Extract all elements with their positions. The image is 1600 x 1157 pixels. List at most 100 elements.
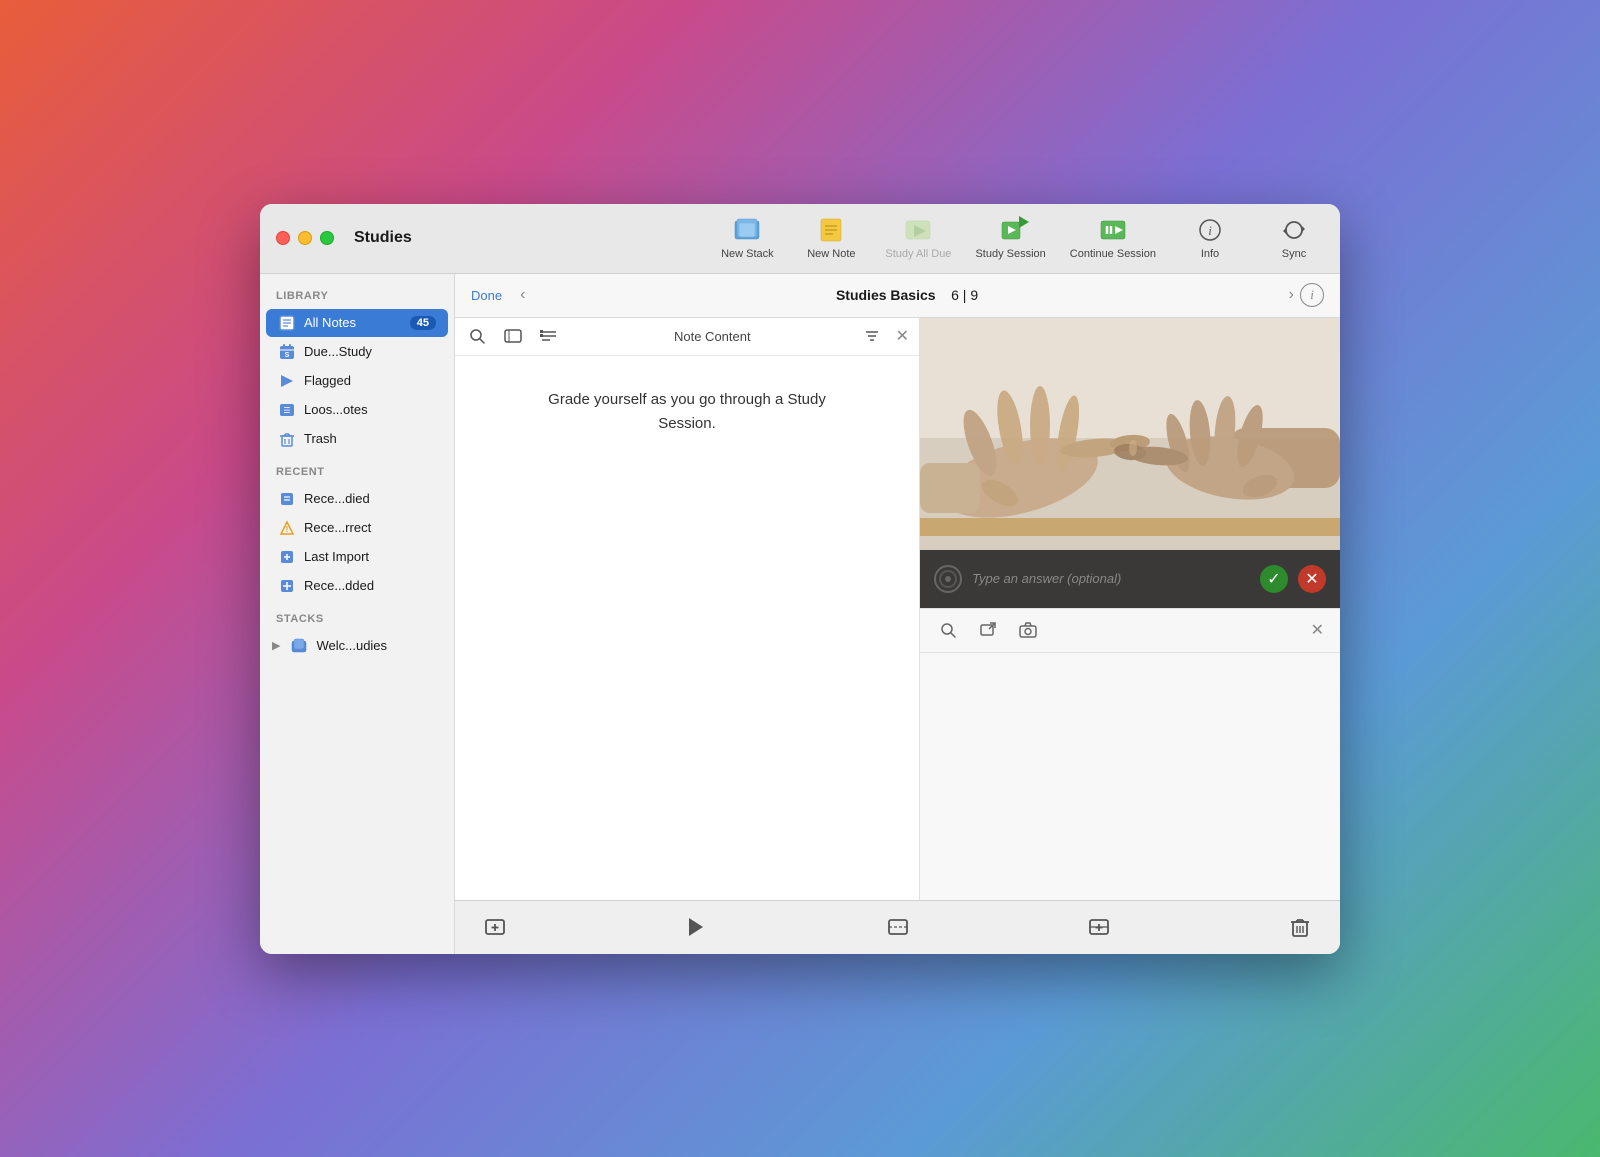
trash-icon: [278, 430, 296, 448]
svg-text:i: i: [1208, 223, 1212, 238]
svg-text:S: S: [285, 352, 290, 359]
sync-label: Sync: [1282, 248, 1306, 260]
note-text: Grade yourself as you go through a Study…: [527, 388, 847, 436]
search-note-icon[interactable]: [465, 324, 489, 348]
new-note-button[interactable]: New Note: [801, 216, 861, 260]
nav-info-button[interactable]: i: [1300, 283, 1324, 307]
note-close-button[interactable]: ✕: [896, 326, 909, 346]
all-notes-icon: [278, 314, 296, 332]
sidebar-item-recent-died[interactable]: Rece...died: [266, 485, 448, 513]
camera-answer-icon[interactable]: [1016, 618, 1040, 642]
nav-title: Studies Basics 6 | 9: [531, 287, 1282, 303]
svg-text:!: !: [286, 525, 289, 534]
trash-label: Trash: [304, 431, 436, 446]
continue-session-label: Continue Session: [1070, 248, 1156, 260]
info-button[interactable]: i Info: [1180, 216, 1240, 260]
loading-indicator: [934, 565, 962, 593]
sidebar-item-flagged[interactable]: Flagged: [266, 367, 448, 395]
sidebar-item-loose-notes[interactable]: ☰ Loos...otes: [266, 396, 448, 424]
recent-dded-icon: [278, 577, 296, 595]
due-study-label: Due...Study: [304, 344, 436, 359]
note-panel: Note Content ✕ Grade yourself as you go …: [455, 318, 920, 900]
close-button[interactable]: [276, 231, 290, 245]
flip-card-button[interactable]: [882, 911, 914, 943]
bottom-toolbar: [455, 900, 1340, 954]
study-all-due-button[interactable]: Study All Due: [885, 216, 951, 260]
recent-rrect-label: Rece...rrect: [304, 520, 436, 535]
delete-card-button[interactable]: [1284, 911, 1316, 943]
answer-panel: Type an answer (optional) ✓ ✕: [920, 318, 1340, 900]
stacks-label: STACKS: [260, 613, 454, 631]
library-label: LIBRARY: [260, 290, 454, 308]
sidebar-item-all-notes[interactable]: All Notes 45: [266, 309, 448, 337]
new-stack-label: New Stack: [721, 248, 774, 260]
minimize-button[interactable]: [298, 231, 312, 245]
sync-icon: [1278, 216, 1310, 244]
fullscreen-button[interactable]: [320, 231, 334, 245]
nav-forward-arrow[interactable]: ›: [1283, 286, 1300, 304]
study-all-due-label: Study All Due: [885, 248, 951, 260]
search-answer-icon[interactable]: [936, 618, 960, 642]
svg-text:☰: ☰: [283, 406, 290, 415]
answer-image: Type an answer (optional) ✓ ✕: [920, 318, 1340, 608]
app-window: Studies New Stack: [260, 204, 1340, 954]
sidebar-item-last-import[interactable]: Last Import: [266, 543, 448, 571]
main-area: Done ‹ Studies Basics 6 | 9 › i: [455, 274, 1340, 954]
extra-content-area: [920, 652, 1340, 900]
study-session-label: Study Session: [975, 248, 1045, 260]
content-area: LIBRARY All Notes 45: [260, 274, 1340, 954]
sidebar-item-welc-udies[interactable]: ▶ Welc...udies: [266, 632, 448, 660]
nav-back-arrow[interactable]: ‹: [514, 286, 531, 304]
flagged-label: Flagged: [304, 373, 436, 388]
recent-label: RECENT: [260, 466, 454, 484]
answer-input-area: Type an answer (optional) ✓ ✕: [920, 550, 1340, 608]
stack-chevron-icon: ▶: [272, 639, 280, 652]
welc-udies-icon: [290, 637, 308, 655]
recent-died-label: Rece...died: [304, 491, 436, 506]
expand-note-icon[interactable]: [501, 324, 525, 348]
nav-bar: Done ‹ Studies Basics 6 | 9 › i: [455, 274, 1340, 318]
loose-notes-label: Loos...otes: [304, 402, 436, 417]
answer-input[interactable]: Type an answer (optional): [972, 571, 1250, 586]
info-label: Info: [1201, 248, 1219, 260]
recent-rrect-icon: !: [278, 519, 296, 537]
note-content-label: Note Content: [573, 329, 852, 344]
new-stack-button[interactable]: New Stack: [717, 216, 777, 260]
popout-answer-icon[interactable]: [976, 618, 1000, 642]
loose-notes-icon: ☰: [278, 401, 296, 419]
sidebar-item-due-study[interactable]: S Due...Study: [266, 338, 448, 366]
grade-correct-button[interactable]: ✓: [1260, 565, 1288, 593]
add-card-button[interactable]: [479, 911, 511, 943]
welc-udies-label: Welc...udies: [316, 638, 436, 653]
list-note-icon[interactable]: [537, 324, 561, 348]
last-import-icon: [278, 548, 296, 566]
new-stack-icon: [731, 216, 763, 244]
new-note-label: New Note: [807, 248, 855, 260]
note-toolbar: Note Content ✕: [455, 318, 919, 356]
study-all-due-icon: [902, 216, 934, 244]
app-title: Studies: [354, 229, 412, 247]
sidebar-item-recent-rrect[interactable]: ! Rece...rrect: [266, 514, 448, 542]
grade-incorrect-button[interactable]: ✕: [1298, 565, 1326, 593]
last-import-label: Last Import: [304, 549, 436, 564]
traffic-lights: [276, 231, 334, 245]
sidebar-item-recent-dded[interactable]: Rece...dded: [266, 572, 448, 600]
all-notes-badge: 45: [410, 316, 436, 330]
continue-session-icon: [1097, 216, 1129, 244]
sidebar: LIBRARY All Notes 45: [260, 274, 455, 954]
toolbar: New Stack New Note: [717, 216, 1324, 260]
info-icon: i: [1194, 216, 1226, 244]
answer-toolbar: ✕: [920, 608, 1340, 652]
study-session-button[interactable]: Study Session: [975, 216, 1045, 260]
sync-button[interactable]: Sync: [1264, 216, 1324, 260]
continue-session-button[interactable]: Continue Session: [1070, 216, 1156, 260]
answer-close-button[interactable]: ✕: [1311, 620, 1324, 640]
note-sort-icon[interactable]: [864, 328, 880, 344]
add-side-button[interactable]: [1083, 911, 1115, 943]
new-note-icon: [815, 216, 847, 244]
study-session-icon: [995, 216, 1027, 244]
done-button[interactable]: Done: [471, 288, 502, 303]
study-area: Note Content ✕ Grade yourself as you go …: [455, 318, 1340, 900]
sidebar-item-trash[interactable]: Trash: [266, 425, 448, 453]
play-button[interactable]: [680, 911, 712, 943]
